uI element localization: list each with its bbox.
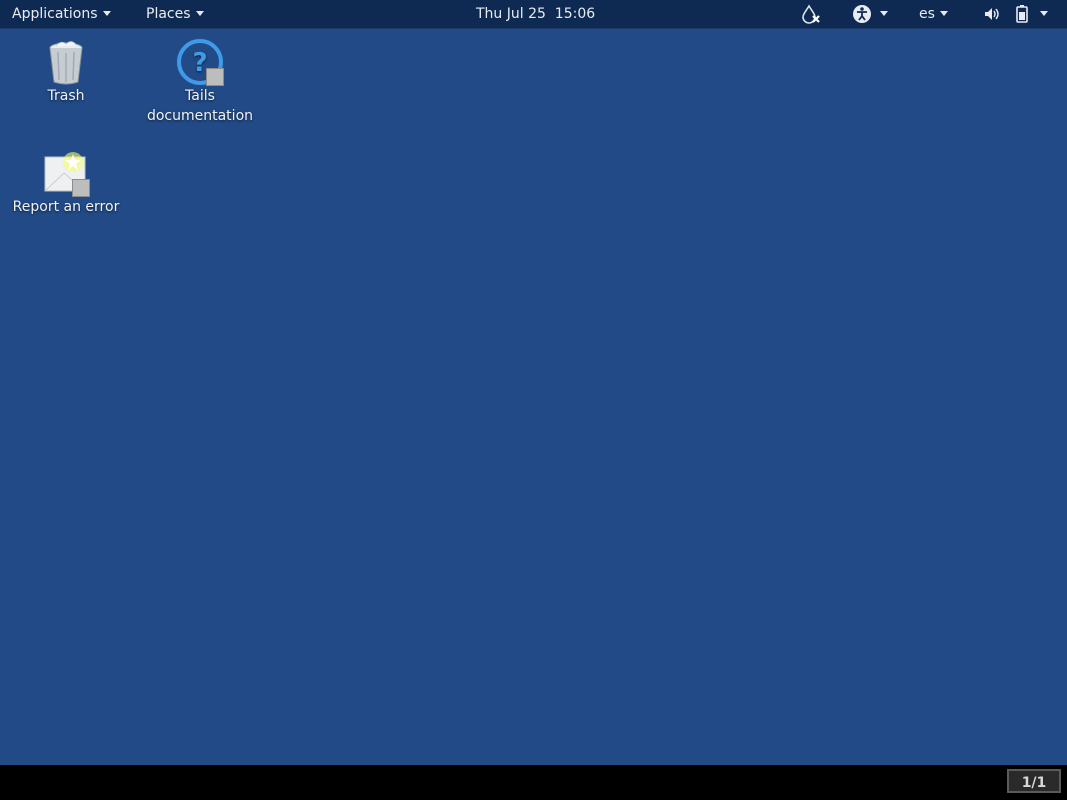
clock-label: Thu Jul 25 15:06 <box>476 6 596 22</box>
chevron-down-icon <box>880 10 888 16</box>
places-label: Places <box>146 6 191 22</box>
applications-label: Applications <box>12 6 98 22</box>
trash-icon <box>42 38 90 86</box>
accessibility-icon <box>853 5 871 23</box>
tor-status[interactable] <box>800 0 822 28</box>
accessibility-menu[interactable] <box>852 0 888 28</box>
tor-disconnected-icon <box>802 4 820 24</box>
desktop-icon-label: Report an error <box>12 199 120 215</box>
desktop-icon-tails-documentation[interactable]: ? Tails documentation <box>135 38 265 126</box>
desktop-icon-trash[interactable]: Trash <box>1 38 131 106</box>
chevron-down-icon <box>939 10 948 16</box>
chevron-down-icon <box>195 10 204 16</box>
desktop-icon-label: Tails documentation <box>146 88 254 124</box>
applications-menu[interactable]: Applications <box>12 0 111 28</box>
chevron-down-icon <box>102 10 111 16</box>
keyboard-layout-label: es <box>919 6 935 22</box>
system-menu[interactable] <box>982 0 1049 28</box>
link-arrow-icon <box>206 68 224 86</box>
keyboard-layout-menu[interactable]: es <box>919 0 948 28</box>
link-arrow-icon <box>72 179 90 197</box>
chevron-down-icon <box>1040 10 1049 16</box>
mail-star-icon <box>42 149 90 197</box>
top-panel: Applications Places Thu Jul 25 15:06 es <box>0 0 1067 29</box>
help-icon: ? <box>176 38 224 86</box>
places-menu[interactable]: Places <box>146 0 204 28</box>
desktop[interactable]: Trash ? Tails documentation Report an er… <box>0 29 1067 765</box>
bottom-panel: 1/1 <box>0 765 1067 800</box>
desktop-icon-label: Trash <box>47 88 85 104</box>
clock[interactable]: Thu Jul 25 15:06 <box>476 0 595 28</box>
desktop-icon-report-an-error[interactable]: Report an error <box>1 149 131 217</box>
battery-icon <box>1016 5 1029 23</box>
volume-icon <box>985 8 999 20</box>
workspace-indicator[interactable]: 1/1 <box>1007 769 1061 793</box>
